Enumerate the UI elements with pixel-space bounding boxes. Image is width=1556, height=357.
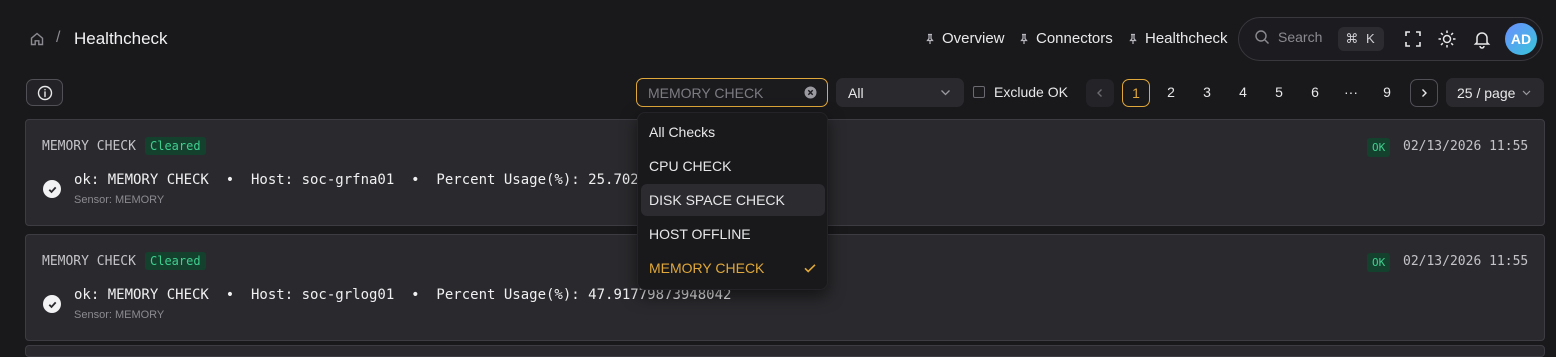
next-page-button[interactable] — [1410, 79, 1438, 107]
dropdown-option[interactable]: DISK SPACE CHECK — [641, 184, 825, 216]
timestamp: 02/13/2026 11:55 — [1403, 254, 1529, 269]
exclude-ok-label[interactable]: Exclude OK — [994, 84, 1068, 100]
check-message: ok: MEMORY CHECK • Host: soc-grfna01 • P… — [74, 172, 656, 188]
search-placeholder: Search — [1278, 29, 1323, 45]
sensor-label: Sensor: MEMORY — [74, 194, 165, 206]
check-icon — [803, 261, 817, 275]
check-filter-dropdown: All Checks CPU CHECK DISK SPACE CHECK HO… — [637, 112, 828, 290]
info-button[interactable] — [26, 79, 63, 106]
page-button[interactable]: 6 — [1305, 84, 1325, 100]
page-button[interactable]: 2 — [1161, 84, 1181, 100]
page-size-value: 25 / page — [1457, 84, 1516, 101]
home-icon[interactable] — [29, 31, 45, 47]
dropdown-option[interactable]: All Checks — [641, 116, 825, 148]
page-button[interactable]: 4 — [1233, 84, 1253, 100]
page-button-active[interactable]: 1 — [1122, 79, 1150, 107]
prev-page-button[interactable] — [1086, 79, 1114, 107]
status-filter-value: All — [848, 84, 864, 101]
page-button[interactable]: 9 — [1377, 84, 1397, 100]
theme-toggle-icon[interactable] — [1437, 29, 1457, 49]
pin-icon — [1127, 33, 1139, 45]
check-message: ok: MEMORY CHECK • Host: soc-grlog01 • P… — [74, 287, 732, 303]
dropdown-option-label: MEMORY CHECK — [649, 260, 765, 276]
search-input[interactable]: Search — [1254, 29, 1322, 45]
nav-link-label: Overview — [942, 30, 1005, 47]
chevron-left-icon — [1094, 87, 1106, 99]
timestamp: 02/13/2026 11:55 — [1403, 139, 1529, 154]
chevron-down-icon — [1521, 87, 1532, 98]
page-size-select[interactable]: 25 / page — [1446, 78, 1544, 107]
status-badge: Cleared — [145, 137, 206, 155]
page-button[interactable]: 3 — [1197, 84, 1217, 100]
chevron-down-icon — [939, 86, 952, 99]
nav-link-healthcheck[interactable]: Healthcheck — [1127, 30, 1228, 47]
page-button[interactable]: 5 — [1269, 84, 1289, 100]
sensor-label: Sensor: MEMORY — [74, 309, 165, 321]
bell-icon[interactable] — [1472, 29, 1492, 49]
check-title: MEMORY CHECK — [42, 139, 136, 154]
dropdown-option[interactable]: CPU CHECK — [641, 150, 825, 182]
result-card[interactable] — [25, 345, 1545, 357]
info-icon — [37, 85, 53, 101]
search-icon — [1254, 29, 1270, 45]
nav-link-label: Healthcheck — [1145, 30, 1228, 47]
chevron-right-icon — [1418, 87, 1430, 99]
check-circle-icon — [43, 295, 61, 313]
ok-badge: OK — [1367, 253, 1391, 272]
breadcrumb-separator: / — [56, 29, 61, 46]
check-filter-select[interactable]: MEMORY CHECK — [636, 78, 828, 107]
dropdown-option-selected[interactable]: MEMORY CHECK — [641, 252, 825, 284]
nav-link-overview[interactable]: Overview — [924, 30, 1005, 47]
exclude-ok-checkbox[interactable] — [973, 86, 985, 98]
clear-icon[interactable] — [804, 86, 817, 99]
page-ellipsis[interactable]: ··· — [1341, 84, 1361, 100]
nav-link-connectors[interactable]: Connectors — [1018, 30, 1113, 47]
check-filter-placeholder: MEMORY CHECK — [648, 84, 764, 101]
ok-badge: OK — [1367, 138, 1391, 157]
check-title: MEMORY CHECK — [42, 254, 136, 269]
nav-link-label: Connectors — [1036, 30, 1113, 47]
page-title: Healthcheck — [74, 29, 168, 48]
avatar[interactable]: AD — [1505, 23, 1537, 55]
status-badge: Cleared — [145, 252, 206, 270]
fullscreen-icon[interactable] — [1403, 29, 1423, 49]
check-circle-icon — [43, 180, 61, 198]
pin-icon — [1018, 33, 1030, 45]
search-shortcut: ⌘ K — [1338, 27, 1384, 51]
dropdown-option[interactable]: HOST OFFLINE — [641, 218, 825, 250]
pin-icon — [924, 33, 936, 45]
